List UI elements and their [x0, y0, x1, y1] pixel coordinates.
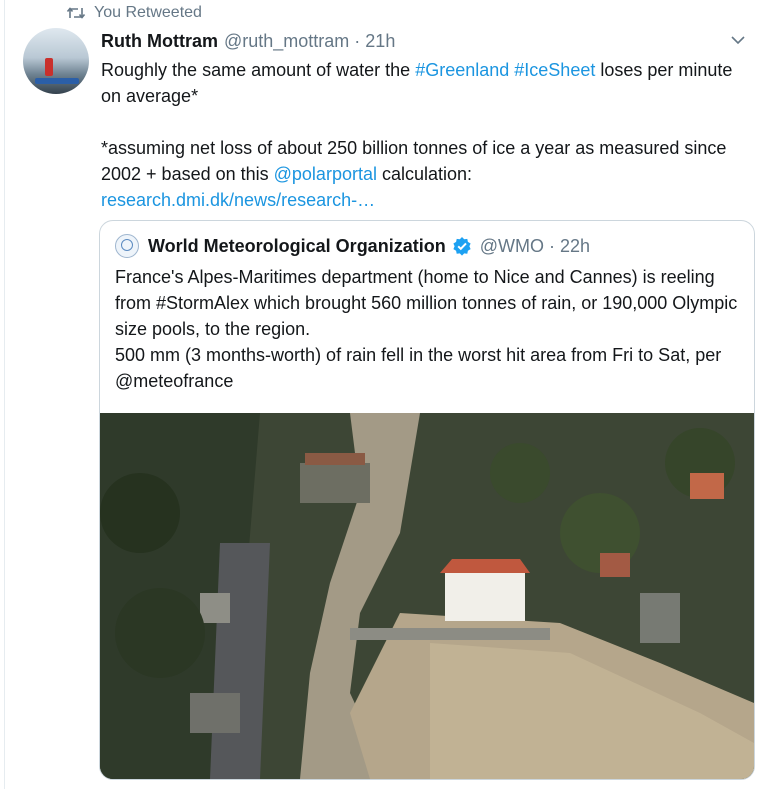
separator: ·: [548, 235, 555, 256]
wmo-avatar[interactable]: [115, 234, 139, 258]
quoted-header: World Meteorological Organization @WMO ·…: [115, 233, 744, 259]
quoted-text: France's Alpes-Maritimes department (hom…: [115, 264, 740, 394]
author-name[interactable]: Ruth Mottram: [101, 31, 218, 52]
quoted-time[interactable]: 22h: [560, 236, 590, 257]
hashtag-greenland[interactable]: #Greenland: [415, 60, 509, 80]
timeline-border: [4, 0, 5, 789]
text-segment: calculation:: [376, 164, 473, 184]
retweet-context: You Retweeted: [66, 2, 202, 24]
verified-badge-icon: [453, 237, 471, 256]
tweet-paragraph-2: *assuming net loss of about 250 billion …: [101, 135, 751, 213]
flood-photo-illustration: [100, 413, 754, 779]
avatar[interactable]: [23, 28, 89, 94]
tweet-paragraph-1: Roughly the same amount of water the #Gr…: [101, 57, 751, 109]
tweet-url-link[interactable]: research.dmi.dk/news/research-…: [101, 190, 375, 210]
quoted-author-name[interactable]: World Meteorological Organization: [148, 236, 446, 257]
quoted-tweet[interactable]: World Meteorological Organization @WMO ·…: [99, 220, 755, 780]
author-handle[interactable]: @ruth_mottram: [224, 31, 349, 52]
tweet-time[interactable]: 21h: [365, 31, 395, 52]
flood-photo[interactable]: [100, 413, 754, 779]
tweet-header: Ruth Mottram @ruth_mottram · 21h: [101, 28, 748, 54]
retweet-icon: [66, 7, 86, 19]
quoted-paragraph-2: 500 mm (3 months-worth) of rain fell in …: [115, 345, 722, 391]
mention-polarportal[interactable]: @polarportal: [274, 164, 377, 184]
quoted-author-handle[interactable]: @WMO: [480, 236, 544, 257]
hashtag-icesheet[interactable]: #IceSheet: [514, 60, 595, 80]
text-segment: Roughly the same amount of water the: [101, 60, 416, 80]
avatar-badge: [35, 78, 79, 84]
retweet-label: You Retweeted: [94, 4, 202, 21]
quoted-paragraph-1: France's Alpes-Maritimes department (hom…: [115, 267, 738, 339]
tweet-text: Roughly the same amount of water the #Gr…: [101, 57, 751, 213]
chevron-down-icon[interactable]: [728, 30, 748, 50]
avatar-figure: [45, 58, 53, 76]
separator: ·: [354, 30, 361, 51]
